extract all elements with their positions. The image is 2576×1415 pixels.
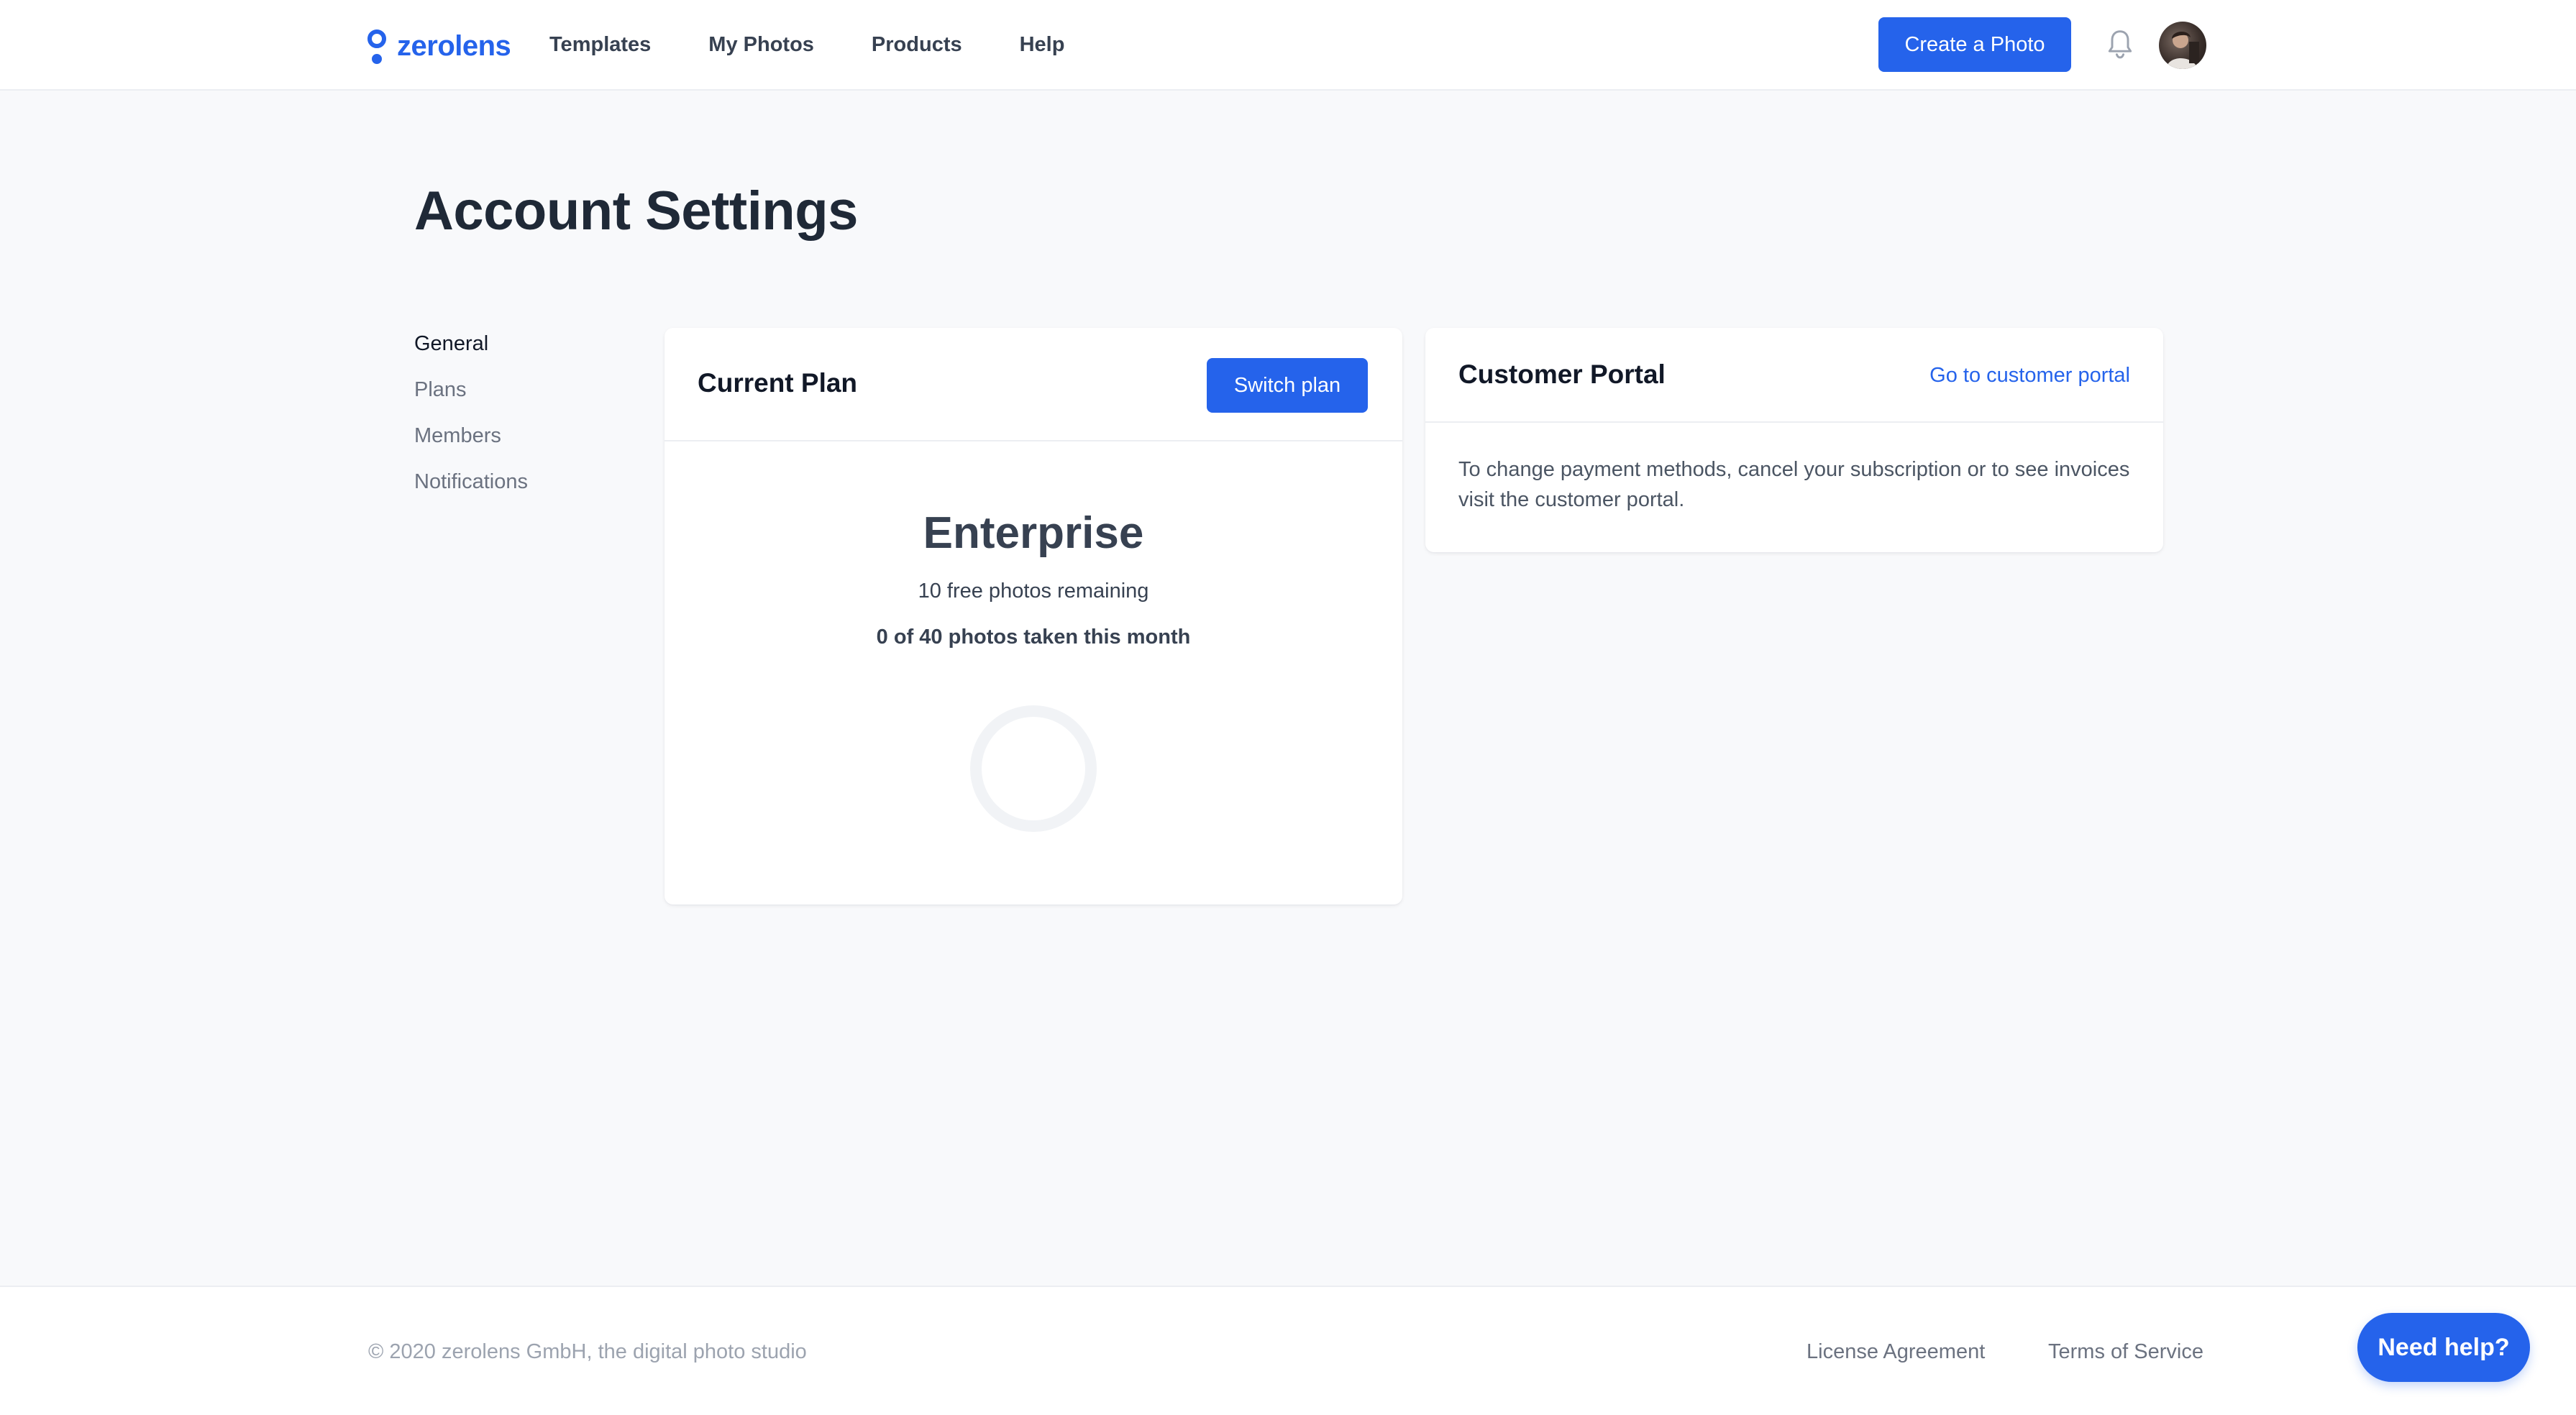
current-plan-card: Current Plan Switch plan Enterprise 10 f… <box>664 328 1402 905</box>
free-photos-remaining: 10 free photos remaining <box>918 580 1149 603</box>
go-to-customer-portal-link[interactable]: Go to customer portal <box>1929 364 2130 388</box>
nav-templates[interactable]: Templates <box>549 33 651 57</box>
current-plan-header: Current Plan Switch plan <box>664 328 1402 441</box>
brand-logo[interactable]: zerolens <box>367 24 511 68</box>
switch-plan-button[interactable]: Switch plan <box>1207 358 1368 413</box>
side-menu-members[interactable]: Members <box>414 421 528 467</box>
side-menu-plans[interactable]: Plans <box>414 375 528 421</box>
bell-icon[interactable] <box>2104 27 2136 62</box>
current-plan-body: Enterprise 10 free photos remaining 0 of… <box>664 441 1402 905</box>
nav-my-photos[interactable]: My Photos <box>708 33 814 57</box>
create-photo-button[interactable]: Create a Photo <box>1878 17 2071 72</box>
customer-portal-card: Customer Portal Go to customer portal To… <box>1425 328 2163 552</box>
usage-progress-ring <box>970 705 1097 832</box>
monthly-usage-text: 0 of 40 photos taken this month <box>876 626 1191 649</box>
terms-of-service-link[interactable]: Terms of Service <box>2048 1340 2203 1364</box>
usage-ring-track <box>970 705 1097 832</box>
top-header: zerolens Templates My Photos Products He… <box>0 0 2576 91</box>
avatar-photo-icon <box>2166 31 2199 69</box>
customer-portal-description: To change payment methods, cancel your s… <box>1458 458 2130 511</box>
brand-name: zerolens <box>397 29 511 62</box>
nav-help[interactable]: Help <box>1020 33 1065 57</box>
user-avatar[interactable] <box>2159 22 2206 69</box>
nav-products[interactable]: Products <box>872 33 962 57</box>
customer-portal-title: Customer Portal <box>1458 360 1666 389</box>
plan-name: Enterprise <box>923 508 1144 558</box>
main-nav: Templates My Photos Products Help <box>549 0 1122 89</box>
customer-portal-header: Customer Portal Go to customer portal <box>1425 328 2163 423</box>
license-agreement-link[interactable]: License Agreement <box>1807 1340 1985 1364</box>
current-plan-title: Current Plan <box>698 368 858 398</box>
settings-side-menu: General Plans Members Notifications <box>414 329 528 513</box>
page-title: Account Settings <box>414 180 858 242</box>
zerolens-logo-icon <box>367 27 387 65</box>
copyright-text: © 2020 zerolens GmbH, the digital photo … <box>368 1340 807 1363</box>
need-help-button[interactable]: Need help? <box>2357 1313 2530 1382</box>
side-menu-notifications[interactable]: Notifications <box>414 467 528 513</box>
page-footer: © 2020 zerolens GmbH, the digital photo … <box>0 1286 2576 1415</box>
side-menu-general[interactable]: General <box>414 329 528 375</box>
